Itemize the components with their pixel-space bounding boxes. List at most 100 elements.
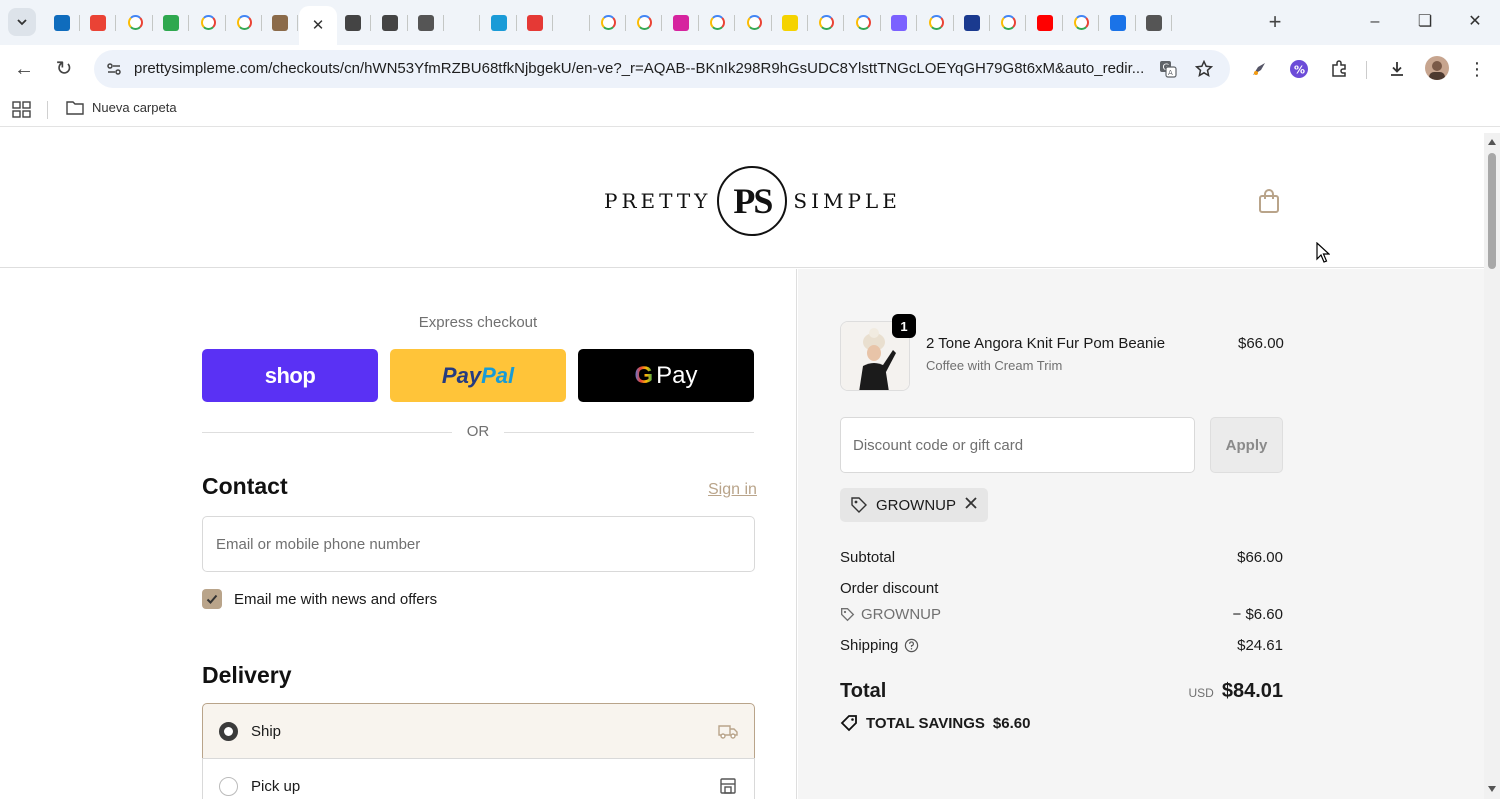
browser-tab[interactable] xyxy=(554,6,590,39)
browser-tab[interactable] xyxy=(772,6,808,39)
address-bar[interactable]: prettysimpleme.com/checkouts/cn/hWN53Yfm… xyxy=(94,50,1230,88)
shopping-bag-icon[interactable] xyxy=(1258,189,1280,213)
profile-avatar[interactable] xyxy=(1425,56,1449,80)
new-tab-button[interactable]: + xyxy=(1262,10,1288,36)
scroll-down-arrow[interactable] xyxy=(1488,786,1496,792)
browser-tab[interactable] xyxy=(408,6,444,39)
close-icon: ✕ xyxy=(311,17,325,34)
instagram-icon xyxy=(673,14,689,31)
browser-tab[interactable] xyxy=(335,6,371,39)
newsletter-checkbox-row[interactable]: Email me with news and offers xyxy=(202,589,437,609)
site-info-icon[interactable] xyxy=(102,57,126,81)
browser-tab[interactable] xyxy=(808,6,844,39)
browser-tab[interactable] xyxy=(663,6,699,39)
bookmark-folder-label: Nueva carpeta xyxy=(92,100,177,115)
extensions-puzzle-icon[interactable] xyxy=(1328,58,1350,80)
browser-tab[interactable] xyxy=(44,6,80,39)
discount-code-label-wrap: GROWNUP xyxy=(840,606,941,623)
browser-tab[interactable] xyxy=(117,6,153,39)
product-price: $66.00 xyxy=(1238,335,1284,352)
browser-tab[interactable] xyxy=(881,6,917,39)
tab-search-button[interactable] xyxy=(8,8,36,36)
order-discount-row: Order discount xyxy=(840,580,1283,597)
bookmark-folder[interactable]: Nueva carpeta xyxy=(66,100,177,115)
browser-tab[interactable] xyxy=(80,6,116,39)
shipping-label: Shipping xyxy=(840,637,899,654)
delivery-option-pickup[interactable]: Pick up xyxy=(202,758,755,799)
delivery-title: Delivery xyxy=(202,662,292,688)
browser-tab[interactable] xyxy=(372,6,408,39)
restore-button[interactable]: ❏ xyxy=(1410,10,1440,34)
browser-tab[interactable] xyxy=(153,6,189,39)
menu-kebab-icon[interactable]: ⋮ xyxy=(1466,58,1488,80)
discount-code-field[interactable]: Discount code or gift card xyxy=(840,417,1195,473)
quantity-badge: 1 xyxy=(892,314,916,338)
google-icon xyxy=(1000,15,1016,30)
browser-tab[interactable] xyxy=(444,6,480,39)
browser-tab[interactable] xyxy=(226,6,262,39)
save-icon xyxy=(491,14,507,31)
checkout-form: Express checkout shop Pay Pal G Pay OR Con… xyxy=(0,269,797,799)
browser-tab[interactable] xyxy=(990,6,1026,39)
tab-strip: ✕ + – ❏ ✕ xyxy=(0,0,1500,45)
apps-grid-icon[interactable] xyxy=(12,101,32,119)
paypal-button[interactable]: Pay Pal xyxy=(390,349,566,402)
browser-tab[interactable] xyxy=(1027,6,1063,39)
browser-tab[interactable]: ✕ xyxy=(299,6,337,45)
apply-discount-button[interactable]: Apply xyxy=(1210,417,1283,473)
browser-tab[interactable] xyxy=(1100,6,1136,39)
browser-tab[interactable] xyxy=(845,6,881,39)
browser-tab[interactable] xyxy=(1136,6,1172,39)
applied-code: GROWNUP xyxy=(876,496,956,514)
browser-tab[interactable] xyxy=(590,6,626,39)
subtotal-label: Subtotal xyxy=(840,549,896,566)
browser-tab[interactable] xyxy=(918,6,954,39)
browser-tab[interactable] xyxy=(626,6,662,39)
browser-tab[interactable] xyxy=(262,6,298,39)
newsletter-checkbox[interactable] xyxy=(202,589,222,609)
shop-pay-button[interactable]: shop xyxy=(202,349,378,402)
page-scrollbar[interactable] xyxy=(1484,133,1500,799)
paypal-label-pal: Pal xyxy=(481,362,515,388)
newsletter-label: Email me with news and offers xyxy=(234,590,438,608)
browser-tab[interactable] xyxy=(517,6,553,39)
gmail-icon xyxy=(90,14,106,31)
bookmark-star-icon[interactable] xyxy=(1194,59,1214,79)
discount-code-label: GROWNUP xyxy=(861,606,941,623)
total-amount-wrap: USD $84.01 xyxy=(1188,680,1283,703)
back-button[interactable]: ← xyxy=(10,55,38,83)
svg-text:%: % xyxy=(1294,64,1305,77)
product-name: 2 Tone Angora Knit Fur Pom Beanie xyxy=(926,335,1166,352)
url-text[interactable]: prettysimpleme.com/checkouts/cn/hWN53Yfm… xyxy=(134,60,1149,77)
browser-tab[interactable] xyxy=(699,6,735,39)
translate-icon[interactable]: GA xyxy=(1158,59,1178,79)
close-window-button[interactable]: ✕ xyxy=(1460,10,1490,34)
browser-tab[interactable] xyxy=(1063,6,1099,39)
email-placeholder: Email or mobile phone number xyxy=(216,535,421,553)
google-icon xyxy=(746,15,762,30)
help-circle-icon[interactable] xyxy=(904,638,919,653)
browser-tab[interactable] xyxy=(481,6,517,39)
google-icon xyxy=(600,15,616,30)
total-value: $84.01 xyxy=(1221,680,1283,702)
store-logo[interactable]: PRETTY PS SIMPLE xyxy=(604,165,901,237)
remove-discount-icon[interactable] xyxy=(964,496,978,514)
browser-tab[interactable] xyxy=(954,6,990,39)
minimize-button[interactable]: – xyxy=(1360,10,1390,34)
outlook-icon xyxy=(54,14,70,31)
sign-in-link[interactable]: Sign in xyxy=(708,481,757,499)
email-field[interactable]: Email or mobile phone number xyxy=(202,516,755,572)
browser-tab[interactable] xyxy=(736,6,772,39)
delivery-option-ship[interactable]: Ship xyxy=(202,703,755,759)
reload-button[interactable]: ↻ xyxy=(50,55,78,83)
pickup-radio[interactable] xyxy=(219,776,238,796)
extension-percent-icon[interactable]: % xyxy=(1288,58,1310,80)
google-pay-button[interactable]: G Pay xyxy=(578,349,754,402)
extension-rocket-icon[interactable] xyxy=(1248,58,1270,80)
browser-tab[interactable] xyxy=(190,6,226,39)
blank-icon xyxy=(454,15,470,31)
scroll-up-arrow[interactable] xyxy=(1488,139,1496,145)
download-icon[interactable] xyxy=(1386,58,1408,80)
scroll-thumb[interactable] xyxy=(1488,153,1496,269)
ship-radio[interactable] xyxy=(219,721,238,741)
